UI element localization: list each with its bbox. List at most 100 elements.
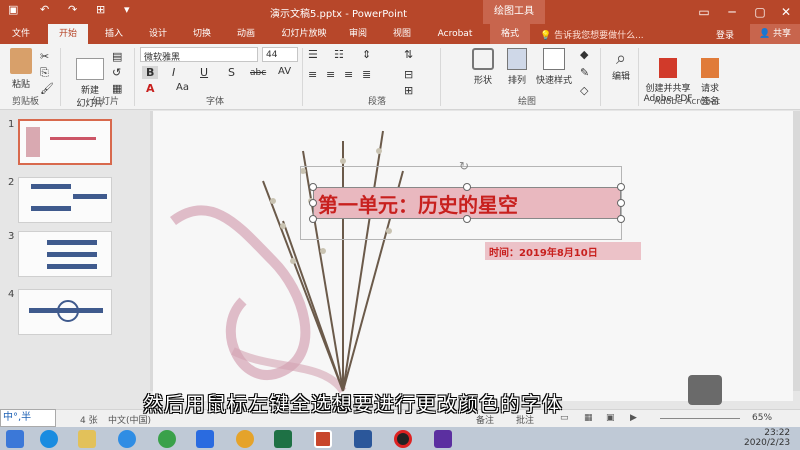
line-spacing-icon[interactable]: ⇕ [362, 48, 371, 61]
resize-handle[interactable] [309, 183, 317, 191]
edit-button[interactable]: ⌕ 编辑 [606, 48, 636, 82]
layout-icon[interactable]: ▤ [112, 50, 122, 63]
text-direction-icon[interactable]: ⇅ [404, 48, 413, 61]
resize-handle[interactable] [309, 215, 317, 223]
font-color-button[interactable]: A [146, 82, 155, 95]
resize-handle[interactable] [617, 215, 625, 223]
excel-icon[interactable] [274, 430, 292, 448]
slide-thumbnail-2[interactable] [18, 177, 112, 223]
strikethrough-button[interactable]: abc [250, 68, 266, 78]
change-case-button[interactable]: Aa [176, 82, 189, 93]
settings-icon[interactable] [434, 430, 452, 448]
browser-icon[interactable] [158, 430, 176, 448]
word-icon[interactable] [354, 430, 372, 448]
arrange-icon [507, 48, 527, 70]
slide-date-text[interactable]: 时间：2019年8月10日 [489, 244, 598, 259]
recorder-icon[interactable] [394, 430, 412, 448]
close-button[interactable]: ✕ [772, 2, 800, 22]
customize-toolbar-icon[interactable]: ▾ [124, 3, 130, 16]
new-slide-icon [76, 58, 104, 80]
clock-time: 23:22 [764, 428, 791, 438]
tell-me-text: 告诉我您想要做什么... [554, 31, 644, 41]
tab-format[interactable]: 格式 [490, 24, 530, 44]
copy-icon[interactable]: ⎘ [40, 66, 49, 80]
tab-view[interactable]: 视图 [384, 24, 420, 44]
new-slide-button[interactable]: 新建 幻灯片 [72, 48, 108, 119]
login-link[interactable]: 登录 [716, 28, 734, 41]
redo-icon[interactable]: ↷ [68, 3, 77, 16]
ribbon-display-icon[interactable]: ▭ [690, 2, 718, 22]
format-painter-icon[interactable]: 🖌 [40, 82, 54, 95]
shape-fill-icon[interactable]: ◆ [580, 48, 588, 61]
reset-icon[interactable]: ↺ [112, 66, 121, 79]
font-name-select[interactable]: 微软雅黑 [140, 47, 258, 63]
undo-icon[interactable]: ↶ [40, 3, 49, 16]
align-left-icon[interactable]: ≡ [308, 68, 317, 81]
tab-slideshow[interactable]: 幻灯片放映 [276, 24, 332, 44]
resize-handle[interactable] [309, 199, 317, 207]
bold-button[interactable]: B [142, 66, 159, 79]
slide-title-text[interactable]: 第一单元：历史的星空 [318, 189, 518, 218]
align-center-icon[interactable]: ≡ [326, 68, 335, 81]
slideshow-view-icon[interactable]: ▶ [630, 413, 637, 423]
reading-view-icon[interactable]: ▣ [606, 413, 615, 423]
powerpoint-icon[interactable] [314, 430, 332, 448]
shapes-label: 形状 [473, 76, 492, 86]
shapes-button[interactable]: 形状 [466, 48, 500, 86]
resize-handle[interactable] [463, 183, 471, 191]
tab-design[interactable]: 设计 [140, 24, 176, 44]
shape-effects-icon[interactable]: ◇ [580, 84, 588, 97]
slide-canvas[interactable] [153, 111, 793, 401]
minimize-button[interactable]: ─ [718, 2, 746, 22]
quick-styles-button[interactable]: 快速样式 [532, 48, 576, 86]
share-button[interactable]: 👤 共享 [750, 24, 800, 44]
cut-icon[interactable]: ✂ [40, 50, 49, 63]
tab-acrobat[interactable]: Acrobat [430, 24, 480, 44]
slide-thumbnail-4[interactable] [18, 289, 112, 335]
file-explorer-icon[interactable] [78, 430, 96, 448]
font-size-select[interactable]: 44 [262, 47, 298, 62]
align-text-icon[interactable]: ⊟ [404, 68, 413, 81]
underline-button[interactable]: U [200, 66, 208, 79]
justify-icon[interactable]: ≣ [362, 68, 371, 81]
slide-sorter-icon[interactable]: ▦ [584, 413, 593, 423]
slide-thumbnail-3[interactable] [18, 231, 112, 277]
italic-button[interactable]: I [172, 66, 175, 79]
rotate-handle-icon[interactable]: ↻ [459, 159, 469, 173]
zoom-level[interactable]: 65% [752, 413, 772, 423]
ie-icon[interactable] [40, 430, 58, 448]
maximize-button[interactable]: ▢ [746, 2, 774, 22]
chrome-icon[interactable] [236, 430, 254, 448]
wps-icon[interactable] [196, 430, 214, 448]
shadow-button[interactable]: S [228, 66, 235, 79]
tab-file[interactable]: 文件 [4, 24, 38, 44]
zoom-slider[interactable] [660, 418, 740, 419]
shape-outline-icon[interactable]: ✎ [580, 66, 589, 79]
slide-thumbnail-1[interactable] [18, 119, 112, 165]
resize-handle[interactable] [617, 199, 625, 207]
system-clock[interactable]: 23:22 2020/2/23 [744, 428, 790, 448]
smartart-icon[interactable]: ⊞ [404, 84, 413, 97]
align-right-icon[interactable]: ≡ [344, 68, 353, 81]
ime-indicator[interactable]: 中°,半 [0, 409, 56, 427]
tab-review[interactable]: 审阅 [340, 24, 376, 44]
char-spacing-button[interactable]: AV [278, 66, 291, 77]
bullets-icon[interactable]: ☰ [308, 48, 318, 61]
tab-transitions[interactable]: 切换 [184, 24, 220, 44]
tab-home[interactable]: 开始 [48, 24, 88, 44]
save-icon[interactable]: ▣ [8, 3, 18, 16]
tab-insert[interactable]: 插入 [96, 24, 132, 44]
paste-button[interactable]: 粘贴 [6, 48, 36, 90]
quick-styles-label: 快速样式 [535, 76, 572, 86]
start-icon[interactable] [6, 430, 24, 448]
start-slideshow-icon[interactable]: ⊞ [96, 3, 105, 16]
baidu-netdisk-icon[interactable] [118, 430, 136, 448]
resize-handle[interactable] [463, 215, 471, 223]
clock-date: 2020/2/23 [744, 438, 791, 448]
numbering-icon[interactable]: ☷ [334, 48, 344, 61]
arrange-button[interactable]: 排列 [502, 48, 532, 86]
resize-handle[interactable] [617, 183, 625, 191]
tell-me-box[interactable]: 💡 告诉我您想要做什么... [540, 28, 644, 41]
floating-action-button[interactable] [688, 375, 722, 405]
tab-animations[interactable]: 动画 [228, 24, 264, 44]
